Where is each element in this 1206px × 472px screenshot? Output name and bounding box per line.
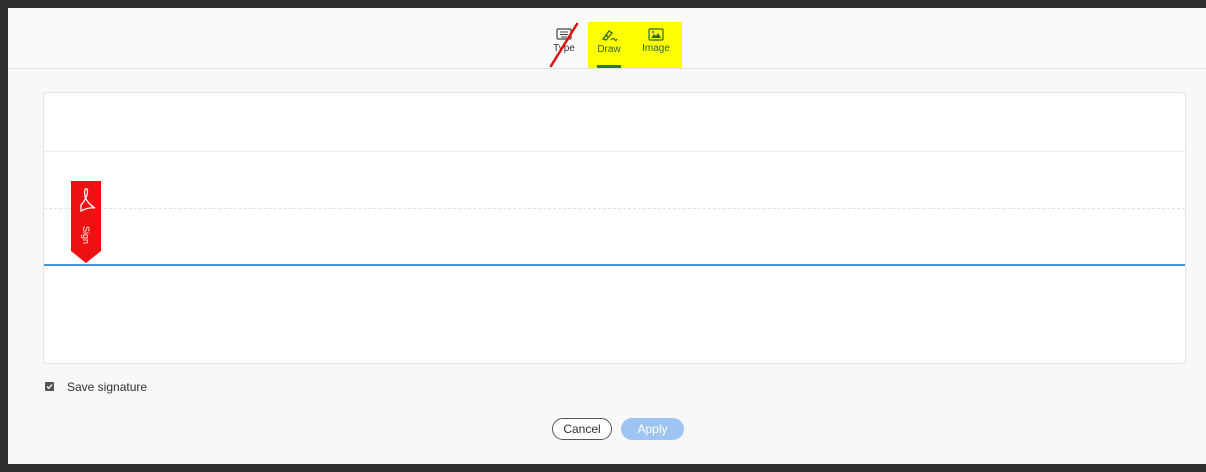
tab-image[interactable]: Image <box>630 22 682 68</box>
image-icon <box>648 28 664 41</box>
signature-drawing-canvas[interactable]: Sign <box>43 92 1186 364</box>
dashed-guide-line <box>44 208 1185 209</box>
save-signature-checkbox[interactable] <box>45 382 54 391</box>
red-strike-mark <box>549 22 579 68</box>
cancel-button[interactable]: Cancel <box>552 418 612 440</box>
pen-icon <box>601 30 618 41</box>
checkmark-icon <box>46 384 53 390</box>
save-signature-label: Save signature <box>67 380 148 394</box>
signature-dialog: Type Draw Image Sign Save signature Canc… <box>8 8 1206 464</box>
signature-baseline <box>44 264 1185 266</box>
sign-flag-label: Sign <box>81 225 91 244</box>
guide-line <box>44 151 1185 152</box>
sign-flag-shape <box>71 181 101 263</box>
selected-tab-indicator <box>597 65 621 68</box>
tab-draw[interactable]: Draw <box>588 22 630 68</box>
apply-button[interactable]: Apply <box>621 418 684 440</box>
signature-mode-tabs: Type Draw Image <box>8 8 1206 69</box>
sign-here-flag: Sign <box>71 181 101 263</box>
tab-image-label: Image <box>642 43 670 54</box>
tab-draw-label: Draw <box>597 44 621 55</box>
